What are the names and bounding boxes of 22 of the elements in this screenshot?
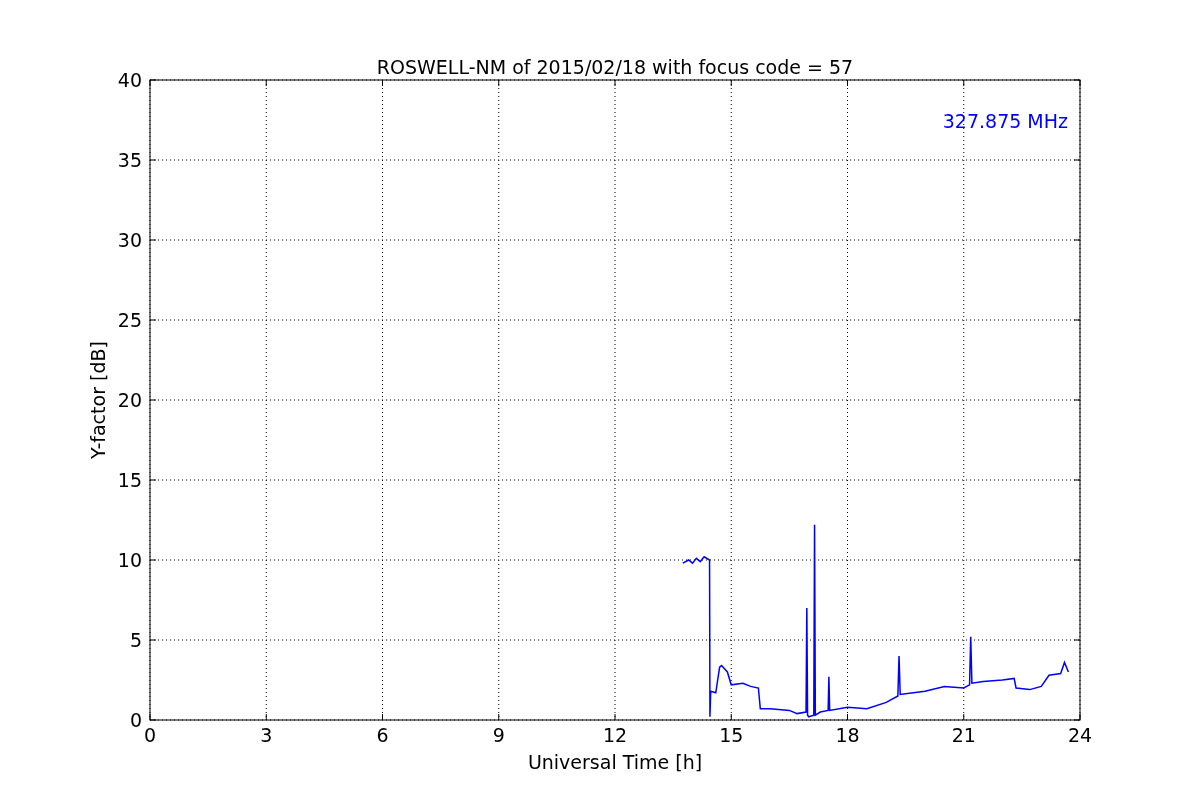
x-tick-label: 12 xyxy=(602,724,628,746)
y-tick-label: 40 xyxy=(117,69,142,91)
x-tick-label: 24 xyxy=(1067,724,1093,746)
x-axis-label: Universal Time [h] xyxy=(527,751,703,773)
x-tick-label: 6 xyxy=(376,724,389,746)
y-tick-label: 35 xyxy=(117,149,142,171)
y-tick-label: 10 xyxy=(117,549,142,571)
y-tick-label: 25 xyxy=(117,309,142,331)
x-tick-label: 3 xyxy=(260,724,273,746)
y-tick-label: 15 xyxy=(117,469,142,491)
y-tick-label: 0 xyxy=(129,709,142,731)
x-tick-label: 9 xyxy=(492,724,505,746)
x-tick-label: 15 xyxy=(719,724,744,746)
y-axis-label: Y-factor [dB] xyxy=(87,341,109,459)
x-tick-label: 21 xyxy=(951,724,976,746)
y-tick-label: 20 xyxy=(117,389,142,411)
x-tick-label: 18 xyxy=(835,724,860,746)
series-label: 327.875 MHz xyxy=(942,110,1068,132)
y-tick-label: 30 xyxy=(117,229,142,251)
y-tick-label: 5 xyxy=(129,629,142,651)
chart-title: ROSWELL-NM of 2015/02/18 with focus code = 57 xyxy=(376,56,854,78)
x-tick-label: 0 xyxy=(143,724,157,746)
